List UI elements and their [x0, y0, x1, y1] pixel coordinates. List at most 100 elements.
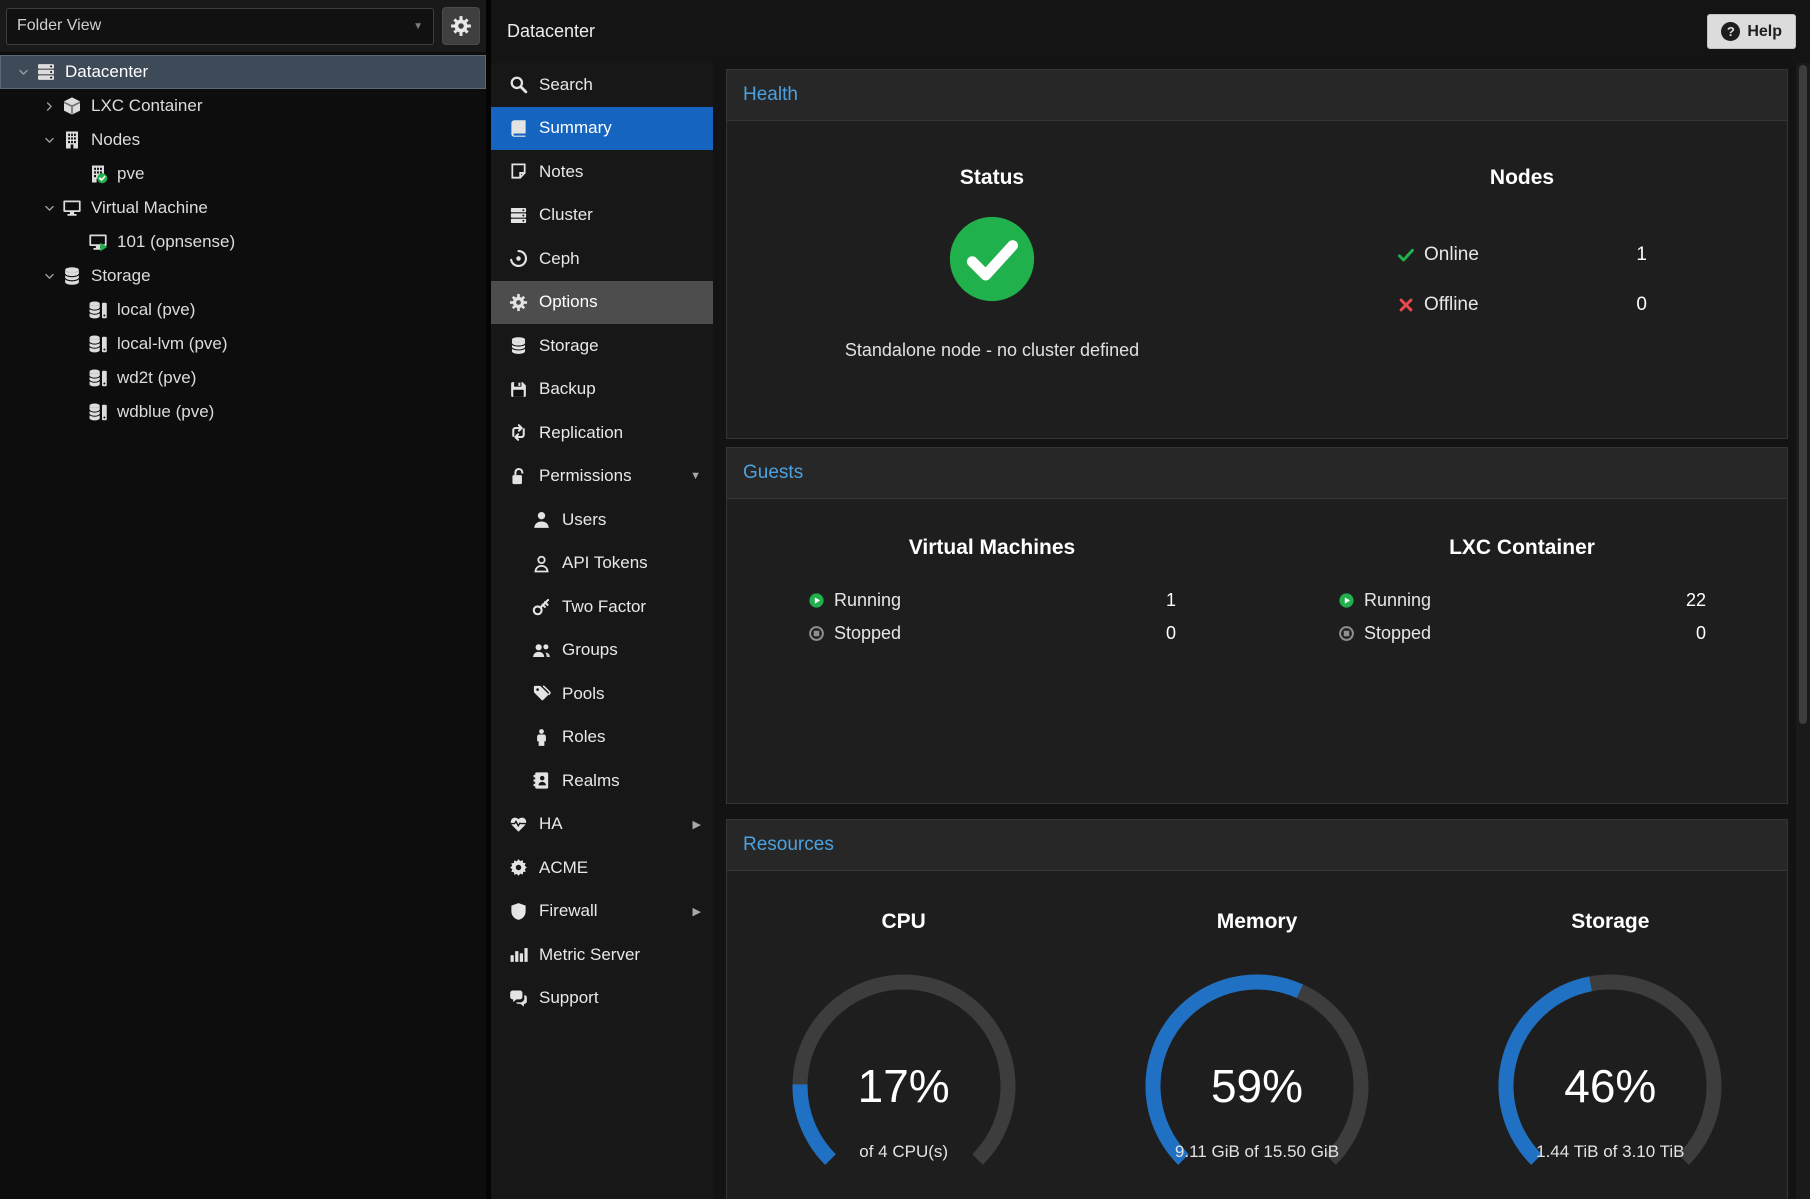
- menu-item-options[interactable]: Options: [491, 281, 713, 325]
- menu-item-summary[interactable]: Summary: [491, 107, 713, 151]
- menu-item-firewall[interactable]: Firewall▶: [491, 890, 713, 934]
- scrollbar-thumb[interactable]: [1799, 65, 1807, 724]
- tree-item-datacenter[interactable]: Datacenter: [0, 55, 486, 89]
- storage-drive-icon: [88, 368, 108, 388]
- menu-item-replication[interactable]: Replication: [491, 411, 713, 455]
- menu-item-notes[interactable]: Notes: [491, 150, 713, 194]
- vertical-scrollbar[interactable]: [1796, 63, 1810, 1199]
- menu-item-label: Roles: [562, 727, 605, 747]
- menu-item-realms[interactable]: Realms: [491, 759, 713, 803]
- tree-item-wdblue-pve[interactable]: wdblue (pve): [0, 395, 486, 429]
- storage-gauge-value: 46%: [1460, 1059, 1760, 1113]
- menu-item-ceph[interactable]: Ceph: [491, 237, 713, 281]
- menu-item-pools[interactable]: Pools: [491, 672, 713, 716]
- running-icon: [1338, 592, 1355, 609]
- menu-item-label: Pools: [562, 684, 605, 704]
- chevron-right-icon[interactable]: [38, 95, 60, 117]
- storage-heading: Storage: [1571, 909, 1649, 934]
- guests-vm-column: Virtual Machines Running 1: [727, 535, 1257, 803]
- chevron-down-icon[interactable]: [38, 265, 60, 287]
- menu-item-backup[interactable]: Backup: [491, 368, 713, 412]
- cpu-gauge: 17% of 4 CPU(s): [754, 948, 1054, 1186]
- menu-item-label: Support: [539, 988, 599, 1008]
- lxc-stopped-value: 0: [1696, 623, 1706, 644]
- menu-item-label: Search: [539, 75, 593, 95]
- menu-item-metric-server[interactable]: Metric Server: [491, 933, 713, 977]
- menu-item-storage[interactable]: Storage: [491, 324, 713, 368]
- vm-status-block: Running 1 Stopped 0: [808, 584, 1176, 650]
- user-o-icon: [532, 554, 551, 573]
- menu-item-search[interactable]: Search: [491, 63, 713, 107]
- nodes-online-row: Online 1: [1397, 230, 1647, 280]
- guests-panel-title: Guests: [743, 462, 803, 484]
- page-title: Datacenter: [507, 21, 595, 42]
- memory-heading: Memory: [1217, 909, 1298, 934]
- view-mode-select[interactable]: Folder View ▼: [6, 8, 434, 45]
- menu-item-two-factor[interactable]: Two Factor: [491, 585, 713, 629]
- menu-item-roles[interactable]: Roles: [491, 716, 713, 760]
- menu-item-cluster[interactable]: Cluster: [491, 194, 713, 238]
- health-panel: Health Status Standalone node - no clust…: [726, 69, 1788, 439]
- app-root: Folder View ▼ Datacenter LXC Container Nod…: [0, 0, 1810, 1199]
- menu-item-label: Cluster: [539, 205, 593, 225]
- male-icon: [532, 728, 551, 747]
- vm-running-icon: [88, 232, 108, 252]
- tree-item-nodes[interactable]: Nodes: [0, 123, 486, 157]
- tree-item-label: Datacenter: [65, 62, 148, 82]
- tree-item-label: Virtual Machine: [91, 198, 208, 218]
- resources-panel-header: Resources: [727, 820, 1787, 871]
- cpu-gauge-value: 17%: [754, 1059, 1054, 1113]
- resources-panel: Resources CPU 17% of 4 CPU(s) Me: [726, 819, 1788, 1199]
- lxc-status-block: Running 22 Stopped 0: [1338, 584, 1706, 650]
- chevron-down-icon[interactable]: [12, 61, 34, 83]
- nodes-online-label: Online: [1424, 244, 1479, 266]
- storage-gauge: 46% 1.44 TiB of 3.10 TiB: [1460, 948, 1760, 1186]
- tree-item-local-pve[interactable]: local (pve): [0, 293, 486, 327]
- bar-chart-icon: [509, 945, 528, 964]
- desktop-icon: [62, 198, 82, 218]
- tree-item-storage[interactable]: Storage: [0, 259, 486, 293]
- tree-item-label: LXC Container: [91, 96, 203, 116]
- tree-item-wd2t-pve[interactable]: wd2t (pve): [0, 361, 486, 395]
- menu-item-api-tokens[interactable]: API Tokens: [491, 542, 713, 586]
- tree-item-lxc-container[interactable]: LXC Container: [0, 89, 486, 123]
- vm-running-label: Running: [834, 590, 901, 611]
- cpu-gauge-caption: of 4 CPU(s): [754, 1142, 1054, 1162]
- stopped-icon: [808, 625, 825, 642]
- menu-item-users[interactable]: Users: [491, 498, 713, 542]
- tree-item-local-lvm-pve[interactable]: local-lvm (pve): [0, 327, 486, 361]
- vm-running-row: Running 1: [808, 584, 1176, 617]
- server-icon: [509, 206, 528, 225]
- menu-item-ha[interactable]: HA▶: [491, 803, 713, 847]
- menu-item-permissions[interactable]: Permissions▼: [491, 455, 713, 499]
- unlock-icon: [509, 467, 528, 486]
- guests-panel: Guests Virtual Machines Running: [726, 447, 1788, 804]
- storage-drive-icon: [88, 402, 108, 422]
- storage-drive-icon: [88, 300, 108, 320]
- vm-heading: Virtual Machines: [909, 535, 1076, 560]
- storage-drive-icon: [88, 334, 108, 354]
- tree-item-virtual-machine[interactable]: Virtual Machine: [0, 191, 486, 225]
- heartbeat-icon: [509, 815, 528, 834]
- tree-item-101-opnsense[interactable]: 101 (opnsense): [0, 225, 486, 259]
- tree-settings-button[interactable]: [442, 7, 480, 45]
- menu-item-acme[interactable]: ACME: [491, 846, 713, 890]
- tree-item-label: local-lvm (pve): [117, 334, 228, 354]
- chevron-down-icon[interactable]: [38, 129, 60, 151]
- user-icon: [532, 510, 551, 529]
- book-icon: [509, 119, 528, 138]
- tree-item-pve[interactable]: pve: [0, 157, 486, 191]
- lxc-running-row: Running 22: [1338, 584, 1706, 617]
- menu-item-support[interactable]: Support: [491, 977, 713, 1021]
- check-icon: [1397, 246, 1415, 264]
- menu-item-groups[interactable]: Groups: [491, 629, 713, 673]
- resources-panel-title: Resources: [743, 834, 834, 856]
- menu-item-label: Options: [539, 292, 598, 312]
- menu-item-label: HA: [539, 814, 563, 834]
- help-button[interactable]: ? Help: [1707, 14, 1796, 49]
- menu-item-label: Metric Server: [539, 945, 640, 965]
- key-icon: [532, 597, 551, 616]
- chevron-down-icon[interactable]: [38, 197, 60, 219]
- resource-cpu: CPU 17% of 4 CPU(s): [727, 909, 1080, 1186]
- view-mode-value: Folder View: [17, 17, 101, 35]
